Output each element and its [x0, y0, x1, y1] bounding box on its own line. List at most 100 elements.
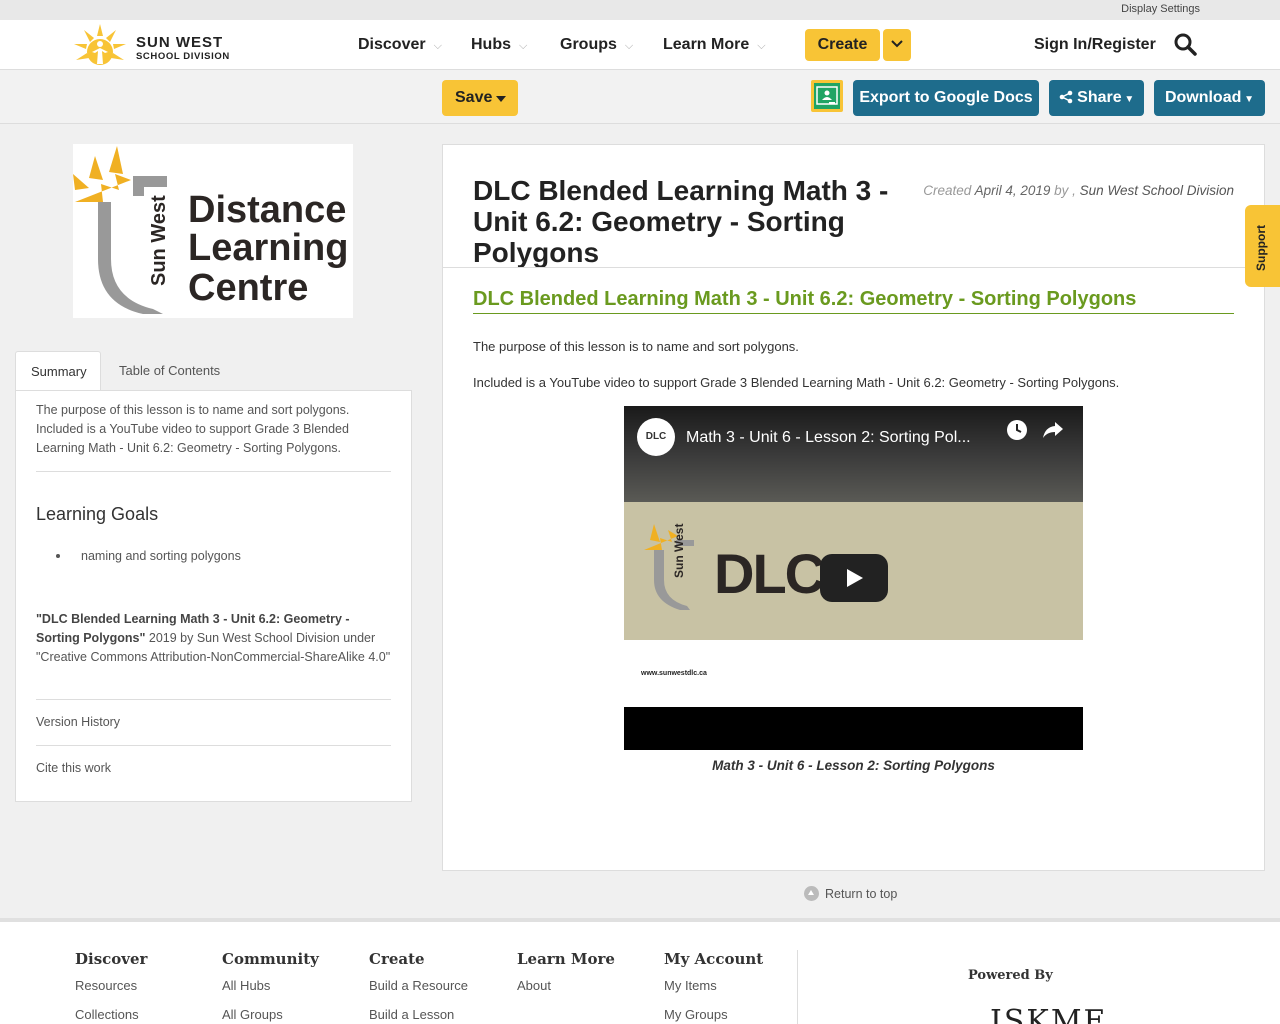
divider: [36, 471, 391, 472]
sun-west-logo[interactable]: SUN WEST SCHOOL DIVISION: [70, 22, 240, 66]
footer-link[interactable]: Build a Resource: [369, 978, 468, 1007]
arrow-up-circle-icon: [804, 886, 819, 901]
footer-link[interactable]: About: [517, 978, 615, 1007]
share-icon: [1059, 90, 1072, 104]
share-arrow-icon[interactable]: [1042, 420, 1064, 440]
sun-logo-icon: [74, 24, 126, 65]
version-history-link[interactable]: Version History: [36, 715, 120, 729]
divider: [36, 699, 391, 700]
by-label: by ,: [1054, 183, 1076, 198]
top-strip: Display Settings: [0, 0, 1280, 20]
play-icon: [847, 569, 863, 587]
resource-toolbar: Save Export to Google Docs Share ▼ Downl…: [0, 70, 1280, 124]
site-header: SUN WEST SCHOOL DIVISION Discover ⌵ Hubs ⌵…: [0, 20, 1280, 70]
nav-groups[interactable]: Groups ⌵: [560, 36, 633, 54]
footer-heading: Create: [369, 950, 425, 968]
logo-line-3: Centre: [188, 267, 308, 309]
created-date: April 4, 2019: [974, 183, 1051, 198]
footer-link[interactable]: All Groups: [222, 1007, 319, 1024]
display-settings-link[interactable]: Display Settings: [1121, 3, 1200, 15]
create-button[interactable]: Create: [805, 29, 880, 61]
attribution: "DLC Blended Learning Math 3 - Unit 6.2:…: [36, 610, 396, 667]
footer-link[interactable]: Resources: [75, 978, 147, 1007]
watch-later-icon[interactable]: [1006, 419, 1028, 441]
google-classroom-button[interactable]: [811, 80, 843, 112]
download-label: Download: [1164, 89, 1242, 106]
video-url-text: www.sunwestdlc.ca: [641, 670, 707, 677]
section-heading: DLC Blended Learning Math 3 - Unit 6.2: …: [473, 288, 1234, 314]
footer-col-learn-more: Learn More About: [517, 950, 615, 1007]
footer-col-community: Community All Hubs All Groups: [222, 950, 319, 1024]
divider: [36, 745, 391, 746]
cite-this-work-link[interactable]: Cite this work: [36, 761, 111, 775]
footer-link[interactable]: All Hubs: [222, 978, 319, 1007]
footer-link[interactable]: My Items: [664, 978, 763, 1007]
paragraph: The purpose of this lesson is to name an…: [473, 339, 799, 354]
support-label: Support: [1254, 225, 1268, 271]
author-link[interactable]: Sun West School Division: [1080, 183, 1234, 198]
footer-heading: Discover: [75, 950, 148, 968]
tab-summary[interactable]: Summary: [15, 351, 101, 391]
footer-heading: Community: [222, 950, 319, 968]
caret-down-icon: [496, 96, 506, 102]
page-title: DLC Blended Learning Math 3 - Unit 6.2: …: [473, 175, 889, 268]
chevron-down-icon: ⌵: [519, 40, 528, 52]
created-label: Created: [923, 183, 972, 198]
divider: [443, 267, 1264, 268]
play-button[interactable]: [820, 554, 888, 602]
learning-goals-heading: Learning Goals: [36, 504, 159, 524]
nav-discover[interactable]: Discover ⌵: [358, 36, 442, 54]
export-google-docs-button[interactable]: Export to Google Docs: [853, 80, 1039, 116]
video-logo-side-text: Sun West: [672, 523, 686, 578]
search-icon[interactable]: [1173, 32, 1197, 61]
paragraph: Included is a YouTube video to support G…: [473, 375, 1120, 390]
video-title[interactable]: Math 3 - Unit 6 - Lesson 2: Sorting Pol.…: [686, 429, 971, 447]
support-tab[interactable]: Support: [1245, 205, 1280, 287]
video-caption: Math 3 - Unit 6 - Lesson 2: Sorting Poly…: [712, 758, 995, 773]
youtube-video-embed[interactable]: DLC Math 3 - Unit 6 - Lesson 2: Sorting …: [624, 406, 1083, 750]
tab-table-of-contents[interactable]: Table of Contents: [119, 351, 220, 391]
nav-label: Hubs: [471, 36, 511, 53]
chevron-down-icon: ⌵: [433, 40, 442, 52]
iskme-logo[interactable]: ISKME: [990, 1004, 1107, 1024]
site-footer: Discover Resources Collections Community…: [0, 918, 1280, 1024]
google-classroom-icon: [814, 83, 840, 109]
footer-link[interactable]: Collections: [75, 1007, 147, 1024]
footer-col-discover: Discover Resources Collections: [75, 950, 147, 1024]
logo-side-text: Sun West: [148, 195, 170, 286]
footer-col-my-account: My Account My Items My Groups: [664, 950, 763, 1024]
nav-label: Discover: [358, 36, 426, 53]
sidebar-tabs: Summary Table of Contents: [15, 351, 412, 391]
nav-label: Learn More: [663, 36, 750, 53]
return-to-top-link[interactable]: Return to top: [804, 886, 897, 901]
chevron-down-icon: ⌵: [624, 40, 634, 52]
footer-link[interactable]: My Groups: [664, 1007, 763, 1024]
caret-down-icon: ▼: [1241, 94, 1255, 105]
chevron-down-icon: ⌵: [757, 40, 766, 52]
create-dropdown-button[interactable]: [883, 29, 911, 61]
footer-divider: [797, 950, 798, 1024]
footer-heading: My Account: [664, 950, 764, 968]
nav-learn-more[interactable]: Learn More ⌵: [663, 36, 766, 54]
download-button[interactable]: Download ▼: [1154, 80, 1265, 116]
distance-learning-centre-logo: Sun West Distance Learning Centre: [73, 144, 353, 318]
share-button[interactable]: Share ▼: [1049, 80, 1144, 116]
chevron-down-icon: [891, 40, 903, 48]
return-label: Return to top: [825, 887, 898, 901]
summary-text: The purpose of this lesson is to name an…: [36, 403, 350, 455]
caret-down-icon: ▼: [1121, 94, 1135, 105]
save-button[interactable]: Save: [442, 80, 518, 116]
nav-label: Groups: [560, 36, 617, 53]
bullet: [56, 554, 60, 558]
summary-panel: The purpose of this lesson is to name an…: [15, 390, 412, 802]
signin-register-link[interactable]: Sign In/Register: [1034, 36, 1156, 54]
created-info: Created April 4, 2019 by , Sun West Scho…: [923, 183, 1234, 198]
footer-heading: Learn More: [517, 950, 615, 968]
footer-link[interactable]: Build a Lesson: [369, 1007, 468, 1024]
brand-subtitle: SCHOOL DIVISION: [136, 51, 230, 62]
powered-by-label: Powered By: [968, 968, 1053, 983]
footer-col-create: Create Build a Resource Build a Lesson: [369, 950, 468, 1024]
nav-hubs[interactable]: Hubs ⌵: [471, 36, 527, 54]
learning-goal-item: naming and sorting polygons: [81, 549, 241, 563]
channel-avatar[interactable]: DLC: [637, 418, 675, 456]
